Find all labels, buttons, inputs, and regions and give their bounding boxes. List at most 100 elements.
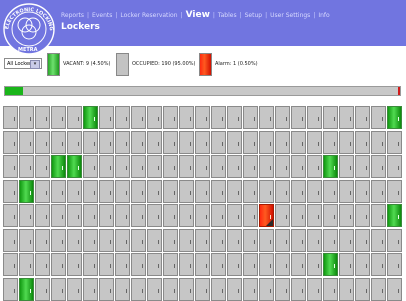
locker-occupied[interactable] (179, 130, 194, 154)
locker-occupied[interactable] (19, 253, 34, 276)
locker-occupied[interactable] (307, 253, 322, 276)
locker-occupied[interactable] (67, 253, 82, 276)
locker-vacant[interactable] (387, 204, 402, 227)
locker-occupied[interactable] (131, 228, 146, 252)
locker-occupied[interactable] (259, 130, 274, 154)
locker-occupied[interactable] (291, 204, 306, 227)
locker-occupied[interactable] (35, 130, 50, 154)
locker-occupied[interactable] (99, 228, 114, 252)
locker-occupied[interactable] (115, 130, 130, 154)
locker-occupied[interactable] (275, 155, 290, 178)
locker-occupied[interactable] (51, 228, 66, 252)
locker-occupied[interactable] (259, 155, 274, 178)
locker-occupied[interactable] (67, 228, 82, 252)
locker-occupied[interactable] (323, 106, 338, 129)
locker-occupied[interactable] (243, 228, 258, 252)
locker-occupied[interactable] (35, 155, 50, 178)
locker-occupied[interactable] (275, 106, 290, 129)
locker-occupied[interactable] (3, 204, 18, 227)
locker-occupied[interactable] (115, 253, 130, 276)
locker-occupied[interactable] (323, 204, 338, 227)
locker-occupied[interactable] (99, 179, 114, 203)
locker-occupied[interactable] (131, 130, 146, 154)
locker-occupied[interactable] (227, 106, 242, 129)
locker-occupied[interactable] (371, 253, 386, 276)
locker-occupied[interactable] (179, 277, 194, 301)
locker-occupied[interactable] (131, 155, 146, 178)
locker-occupied[interactable] (163, 253, 178, 276)
locker-occupied[interactable] (307, 155, 322, 178)
locker-occupied[interactable] (195, 228, 210, 252)
locker-occupied[interactable] (307, 106, 322, 129)
locker-occupied[interactable] (35, 228, 50, 252)
locker-occupied[interactable] (323, 179, 338, 203)
locker-occupied[interactable] (387, 277, 402, 301)
locker-occupied[interactable] (227, 253, 242, 276)
locker-occupied[interactable] (371, 179, 386, 203)
locker-occupied[interactable] (147, 277, 162, 301)
locker-occupied[interactable] (259, 253, 274, 276)
locker-vacant[interactable] (67, 155, 82, 178)
locker-occupied[interactable] (195, 204, 210, 227)
locker-occupied[interactable] (99, 130, 114, 154)
locker-occupied[interactable] (131, 277, 146, 301)
locker-occupied[interactable] (83, 253, 98, 276)
locker-occupied[interactable] (131, 179, 146, 203)
locker-occupied[interactable] (243, 277, 258, 301)
chevron-down-icon[interactable]: ▾ (30, 60, 40, 69)
locker-occupied[interactable] (291, 228, 306, 252)
locker-occupied[interactable] (163, 228, 178, 252)
locker-occupied[interactable] (99, 277, 114, 301)
locker-occupied[interactable] (387, 130, 402, 154)
locker-occupied[interactable] (275, 228, 290, 252)
locker-occupied[interactable] (163, 179, 178, 203)
locker-occupied[interactable] (243, 253, 258, 276)
locker-occupied[interactable] (275, 277, 290, 301)
locker-occupied[interactable] (83, 277, 98, 301)
locker-occupied[interactable] (67, 179, 82, 203)
locker-occupied[interactable] (3, 277, 18, 301)
locker-occupied[interactable] (355, 155, 370, 178)
locker-occupied[interactable] (67, 204, 82, 227)
locker-occupied[interactable] (355, 253, 370, 276)
locker-occupied[interactable] (83, 179, 98, 203)
locker-occupied[interactable] (179, 253, 194, 276)
locker-occupied[interactable] (179, 155, 194, 178)
locker-occupied[interactable] (275, 130, 290, 154)
locker-occupied[interactable] (243, 155, 258, 178)
locker-occupied[interactable] (179, 106, 194, 129)
locker-occupied[interactable] (163, 130, 178, 154)
locker-occupied[interactable] (179, 204, 194, 227)
locker-occupied[interactable] (131, 106, 146, 129)
locker-occupied[interactable] (371, 204, 386, 227)
locker-occupied[interactable] (275, 253, 290, 276)
locker-occupied[interactable] (99, 253, 114, 276)
locker-occupied[interactable] (195, 130, 210, 154)
locker-occupied[interactable] (99, 204, 114, 227)
locker-occupied[interactable] (211, 253, 226, 276)
locker-occupied[interactable] (19, 228, 34, 252)
locker-occupied[interactable] (291, 155, 306, 178)
locker-occupied[interactable] (3, 253, 18, 276)
locker-occupied[interactable] (387, 155, 402, 178)
locker-occupied[interactable] (51, 130, 66, 154)
locker-occupied[interactable] (291, 277, 306, 301)
locker-occupied[interactable] (355, 130, 370, 154)
locker-occupied[interactable] (131, 204, 146, 227)
locker-occupied[interactable] (195, 277, 210, 301)
locker-occupied[interactable] (35, 204, 50, 227)
locker-occupied[interactable] (339, 179, 354, 203)
locker-occupied[interactable] (243, 204, 258, 227)
locker-occupied[interactable] (339, 204, 354, 227)
locker-occupied[interactable] (307, 204, 322, 227)
locker-occupied[interactable] (35, 179, 50, 203)
locker-vacant[interactable] (19, 179, 34, 203)
locker-occupied[interactable] (179, 179, 194, 203)
locker-occupied[interactable] (3, 179, 18, 203)
locker-occupied[interactable] (211, 277, 226, 301)
locker-occupied[interactable] (19, 155, 34, 178)
locker-occupied[interactable] (19, 106, 34, 129)
locker-occupied[interactable] (83, 204, 98, 227)
locker-occupied[interactable] (115, 204, 130, 227)
locker-occupied[interactable] (3, 130, 18, 154)
